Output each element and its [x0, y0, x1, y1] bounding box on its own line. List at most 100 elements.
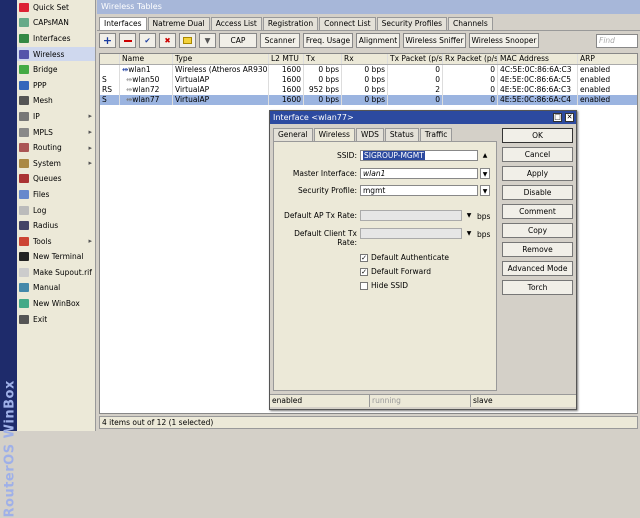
tab-status[interactable]: Status [384, 128, 419, 141]
comment-button[interactable] [179, 33, 196, 48]
col-tx-packet[interactable]: Tx Packet (p/s) [388, 54, 443, 64]
cancel-button[interactable]: Cancel [502, 147, 573, 162]
tab-traffic[interactable]: Traffic [419, 128, 453, 141]
tab-general[interactable]: General [273, 128, 313, 141]
submenu-arrow-icon: ▸ [88, 159, 92, 168]
wireless-snooper-button[interactable]: Wireless Snooper [469, 33, 539, 48]
dialog-buttons: OK Cancel Apply Disable Comment Copy Rem… [502, 128, 573, 299]
sidebar-item-mpls[interactable]: MPLS ▸ [17, 125, 95, 141]
col-type[interactable]: Type [173, 54, 269, 64]
add-button[interactable]: + [99, 33, 116, 48]
tab-access-list[interactable]: Access List [210, 17, 262, 30]
copy-button[interactable]: Copy [502, 223, 573, 238]
col-rx[interactable]: Rx [342, 54, 388, 64]
dropdown-icon[interactable]: ▼ [480, 185, 490, 196]
check-icon: ✔ [144, 36, 151, 45]
tab-channels[interactable]: Channels [448, 17, 493, 30]
ssid-input[interactable]: SIGROUP-MGMT [360, 150, 478, 161]
sidebar-item-system[interactable]: System ▸ [17, 156, 95, 172]
table-row[interactable]: RS ⇹wlan72 VirtualAP 1600 952 bps 0 bps … [100, 85, 637, 95]
close-icon[interactable]: ✕ [565, 113, 574, 122]
tab-registration[interactable]: Registration [262, 17, 319, 30]
ap-tx-rate-label: Default AP Tx Rate: [284, 211, 357, 220]
ap-tx-rate-input[interactable] [360, 210, 462, 221]
cap-button[interactable]: CAP [219, 33, 257, 48]
apply-button[interactable]: Apply [502, 166, 573, 181]
default-authenticate-checkbox[interactable]: ✓ Default Authenticate [360, 253, 449, 262]
supout-icon [19, 267, 29, 277]
sidebar-item-new-terminal[interactable]: New Terminal [17, 250, 95, 266]
tab-connect-list[interactable]: Connect List [319, 17, 376, 30]
sidebar-item-bridge[interactable]: Bridge [17, 62, 95, 78]
table-row[interactable]: S ⇹wlan77 VirtualAP 1600 0 bps 0 bps 0 0… [100, 95, 637, 105]
default-forward-checkbox[interactable]: ✓ Default Forward [360, 267, 431, 276]
wireless-tab-panel: SSID: SIGROUP-MGMT ▲ Master Interface: w… [273, 141, 497, 391]
sidebar-item-interfaces[interactable]: Interfaces [17, 31, 95, 47]
sidebar-item-quick-set[interactable]: Quick Set [17, 0, 95, 16]
tab-wireless[interactable]: Wireless [313, 128, 355, 141]
sidebar-item-exit[interactable]: Exit [17, 312, 95, 328]
wireless-sniffer-button[interactable]: Wireless Sniffer [403, 33, 466, 48]
sidebar-item-ip[interactable]: IP ▸ [17, 109, 95, 125]
ip-icon [19, 111, 29, 121]
col-l2mtu[interactable]: L2 MTU [269, 54, 304, 64]
sidebar-item-files[interactable]: Files [17, 187, 95, 203]
filter-button[interactable]: ▼ [199, 33, 216, 48]
col-mac[interactable]: MAC Address [498, 54, 578, 64]
client-tx-rate-input[interactable] [360, 228, 462, 239]
tab-wds[interactable]: WDS [355, 128, 384, 141]
alignment-button[interactable]: Alignment [356, 33, 400, 48]
advanced-mode-button[interactable]: Advanced Mode [502, 261, 573, 276]
restore-icon[interactable]: □ [553, 113, 562, 122]
col-rx-packet[interactable]: Rx Packet (p/s) [443, 54, 498, 64]
sidebar-item-capsman[interactable]: CAPsMAN [17, 16, 95, 32]
bridge-icon [19, 65, 29, 75]
sidebar-item-ppp[interactable]: PPP [17, 78, 95, 94]
security-profile-select[interactable]: mgmt [360, 185, 478, 196]
sidebar-item-tools[interactable]: Tools ▸ [17, 234, 95, 250]
col-tx[interactable]: Tx [304, 54, 342, 64]
sidebar-item-mesh[interactable]: Mesh [17, 94, 95, 110]
dropdown-icon[interactable]: ▼ [464, 228, 474, 239]
table-row[interactable]: S ⇹wlan50 VirtualAP 1600 0 bps 0 bps 0 0… [100, 75, 637, 85]
queues-icon [19, 174, 29, 184]
mpls-icon [19, 127, 29, 137]
hide-ssid-checkbox[interactable]: Hide SSID [360, 281, 408, 290]
ok-button[interactable]: OK [502, 128, 573, 143]
remove-button[interactable] [119, 33, 136, 48]
winbox-brand-bar: RouterOS WinBox [0, 0, 18, 518]
sidebar-item-radius[interactable]: Radius [17, 218, 95, 234]
dropdown-icon[interactable]: ▼ [480, 168, 490, 179]
freq-usage-button[interactable]: Freq. Usage [303, 33, 353, 48]
sidebar-item-manual[interactable]: Manual [17, 281, 95, 297]
find-input[interactable]: Find [596, 33, 638, 48]
tab-natreme-dual[interactable]: Natreme Dual [147, 17, 210, 30]
sidebar-item-make-supout[interactable]: Make Supout.rif [17, 265, 95, 281]
scanner-button[interactable]: Scanner [260, 33, 300, 48]
sidebar-item-wireless[interactable]: Wireless [17, 46, 95, 63]
collapse-up-icon[interactable]: ▲ [480, 150, 490, 161]
filter-icon: ▼ [204, 36, 211, 45]
col-name[interactable]: Name [120, 54, 173, 64]
window-title: Wireless Tables [97, 0, 640, 14]
submenu-arrow-icon: ▸ [88, 128, 92, 137]
disable-button[interactable]: Disable [502, 185, 573, 200]
torch-button[interactable]: Torch [502, 280, 573, 295]
status-running: running [370, 395, 471, 407]
remove-button[interactable]: Remove [502, 242, 573, 257]
enable-button[interactable]: ✔ [139, 33, 156, 48]
master-interface-select[interactable]: wlan1 [360, 168, 478, 179]
disable-button[interactable]: ✖ [159, 33, 176, 48]
tab-interfaces[interactable]: Interfaces [99, 17, 147, 30]
comment-button[interactable]: Comment [502, 204, 573, 219]
sidebar-item-queues[interactable]: Queues [17, 172, 95, 188]
sidebar-item-new-winbox[interactable]: New WinBox [17, 296, 95, 312]
col-flag[interactable] [100, 54, 120, 64]
dropdown-icon[interactable]: ▼ [464, 210, 474, 221]
sidebar-menu: Quick Set CAPsMAN Interfaces Wireless Br… [17, 0, 96, 431]
table-row[interactable]: ⇹wlan1 Wireless (Atheros AR9300) 1600 0 … [100, 65, 637, 75]
sidebar-item-log[interactable]: Log [17, 203, 95, 219]
col-arp[interactable]: ARP [578, 54, 633, 64]
tab-security-profiles[interactable]: Security Profiles [376, 17, 448, 30]
sidebar-item-routing[interactable]: Routing ▸ [17, 140, 95, 156]
